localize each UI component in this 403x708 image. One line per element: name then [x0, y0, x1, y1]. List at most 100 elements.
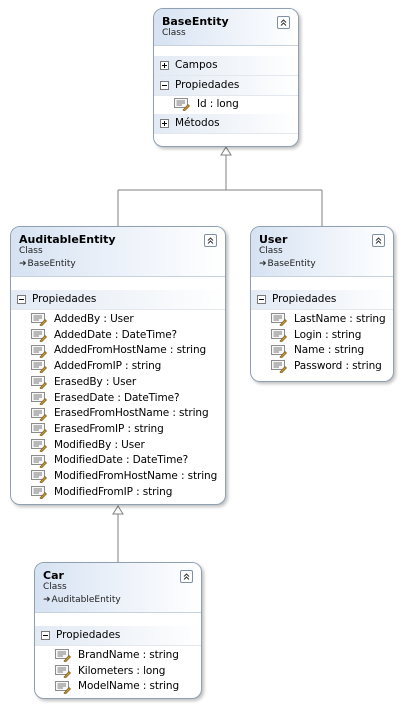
- base-class-ref: ➜BaseEntity: [259, 258, 385, 270]
- member-list: BrandName : string Kilometers : long Model…: [35, 646, 201, 698]
- base-class-ref: ➜BaseEntity: [19, 258, 217, 270]
- section-propiedades[interactable]: Propiedades: [35, 626, 201, 646]
- inheritance-arrow-icon: ➜: [259, 259, 267, 269]
- property-text: Login : string: [294, 328, 362, 341]
- section-propiedades[interactable]: Propiedades: [154, 76, 298, 96]
- inheritance-arrowhead-auditable: [112, 505, 124, 515]
- property-text: ModifiedFromHostName : string: [54, 470, 218, 483]
- property-item[interactable]: BrandName : string: [35, 648, 201, 664]
- property-item[interactable]: ModifiedFromHostName : string: [11, 469, 225, 485]
- property-text: AddedBy : User: [54, 313, 134, 325]
- class-box-baseentity[interactable]: BaseEntity Class Campos Propiedades Id :…: [153, 8, 299, 147]
- property-item[interactable]: ErasedDate : DateTime?: [11, 391, 225, 407]
- property-text: ModifiedDate : DateTime?: [54, 454, 189, 467]
- property-icon: [31, 360, 47, 374]
- property-icon: [271, 329, 287, 343]
- class-box-user[interactable]: User Class ➜BaseEntity Propiedades LastN…: [250, 226, 394, 382]
- property-icon: [55, 649, 71, 663]
- property-text: ErasedFromIP : string: [54, 422, 164, 435]
- property-item[interactable]: AddedDate : DateTime?: [11, 328, 225, 344]
- class-kind: Class: [162, 28, 186, 38]
- property-item[interactable]: Name : string: [251, 343, 393, 359]
- class-header: AuditableEntity Class ➜BaseEntity: [11, 227, 225, 277]
- collapse-icon[interactable]: [257, 295, 266, 304]
- property-icon: [31, 438, 47, 452]
- property-text: Kilometers : long: [78, 664, 166, 677]
- property-text: AddedFromIP : string: [54, 360, 162, 373]
- property-item[interactable]: Login : string: [251, 328, 393, 344]
- property-item[interactable]: ModifiedFromIP : string: [11, 485, 225, 501]
- double-chevron-up-icon[interactable]: [372, 234, 385, 247]
- property-icon: [31, 407, 47, 421]
- class-title: User: [259, 233, 288, 246]
- property-item[interactable]: AddedFromHostName : string: [11, 343, 225, 359]
- class-box-auditableentity[interactable]: AuditableEntity Class ➜BaseEntity Propie…: [10, 226, 226, 505]
- property-item[interactable]: ModifiedDate : DateTime?: [11, 453, 225, 469]
- expand-icon[interactable]: [160, 118, 169, 128]
- property-item[interactable]: ErasedFromHostName : string: [11, 406, 225, 422]
- property-text: ModelName : string: [78, 680, 180, 693]
- property-icon: [55, 665, 71, 679]
- class-title: BaseEntity: [162, 15, 229, 28]
- section-label: Propiedades: [175, 79, 240, 91]
- property-text: BrandName : string: [78, 649, 179, 661]
- property-icon: [31, 329, 47, 343]
- double-chevron-up-icon[interactable]: [277, 16, 290, 29]
- class-kind: Class: [19, 246, 43, 256]
- property-item[interactable]: ModelName : string: [35, 679, 201, 695]
- section-metodos[interactable]: Métodos: [154, 113, 298, 134]
- double-chevron-up-icon[interactable]: [204, 234, 217, 247]
- section-label: Propiedades: [32, 293, 97, 305]
- collapse-icon[interactable]: [17, 295, 26, 304]
- property-icon: [31, 391, 47, 405]
- section-label: Métodos: [175, 116, 220, 129]
- property-text: ErasedDate : DateTime?: [54, 391, 180, 404]
- property-item[interactable]: Kilometers : long: [35, 664, 201, 680]
- member-list: LastName : string Login : string Name : st…: [251, 310, 393, 379]
- property-item[interactable]: AddedBy : User: [11, 312, 225, 328]
- class-box-car[interactable]: Car Class ➜AuditableEntity Propiedades B…: [34, 562, 202, 699]
- collapse-icon[interactable]: [160, 81, 169, 90]
- property-text: ModifiedBy : User: [54, 438, 145, 451]
- class-kind: Class: [43, 582, 67, 592]
- property-item[interactable]: Id : long: [154, 97, 298, 113]
- base-class-name: AuditableEntity: [51, 595, 121, 605]
- property-text: Id : long: [197, 98, 239, 110]
- property-icon: [31, 423, 47, 437]
- property-item[interactable]: ModifiedBy : User: [11, 438, 225, 454]
- property-item[interactable]: ErasedFromIP : string: [11, 422, 225, 438]
- property-item[interactable]: ErasedBy : User: [11, 375, 225, 391]
- property-item[interactable]: Password : string: [251, 359, 393, 375]
- property-icon: [174, 98, 190, 112]
- section-label: Propiedades: [272, 293, 337, 305]
- property-icon: [31, 454, 47, 468]
- property-text: AddedFromHostName : string: [54, 344, 207, 357]
- section-propiedades[interactable]: Propiedades: [11, 290, 225, 310]
- section-label: Propiedades: [56, 629, 121, 641]
- property-text: ErasedFromHostName : string: [54, 407, 209, 420]
- section-campos[interactable]: Campos: [154, 56, 298, 76]
- inheritance-arrowhead-base: [220, 146, 232, 156]
- class-header: Car Class ➜AuditableEntity: [35, 563, 201, 613]
- inheritance-arrow-icon: ➜: [43, 595, 51, 605]
- base-class-name: BaseEntity: [27, 259, 76, 269]
- member-list: AddedBy : User AddedDate : DateTime? Added…: [11, 310, 225, 504]
- class-title: Car: [43, 569, 64, 582]
- property-icon: [31, 470, 47, 484]
- expand-icon[interactable]: [160, 61, 169, 70]
- property-icon: [31, 376, 47, 390]
- class-header: BaseEntity Class: [154, 9, 298, 46]
- property-icon: [31, 486, 47, 500]
- class-kind: Class: [259, 246, 283, 256]
- class-title: AuditableEntity: [19, 233, 116, 246]
- property-icon: [271, 360, 287, 374]
- property-icon: [55, 680, 71, 694]
- property-text: Password : string: [294, 360, 382, 373]
- collapse-icon[interactable]: [41, 631, 50, 640]
- property-text: Name : string: [294, 344, 365, 357]
- member-list: Id : long: [154, 96, 298, 114]
- section-propiedades[interactable]: Propiedades: [251, 290, 393, 310]
- double-chevron-up-icon[interactable]: [180, 570, 193, 583]
- property-item[interactable]: LastName : string: [251, 312, 393, 328]
- property-item[interactable]: AddedFromIP : string: [11, 359, 225, 375]
